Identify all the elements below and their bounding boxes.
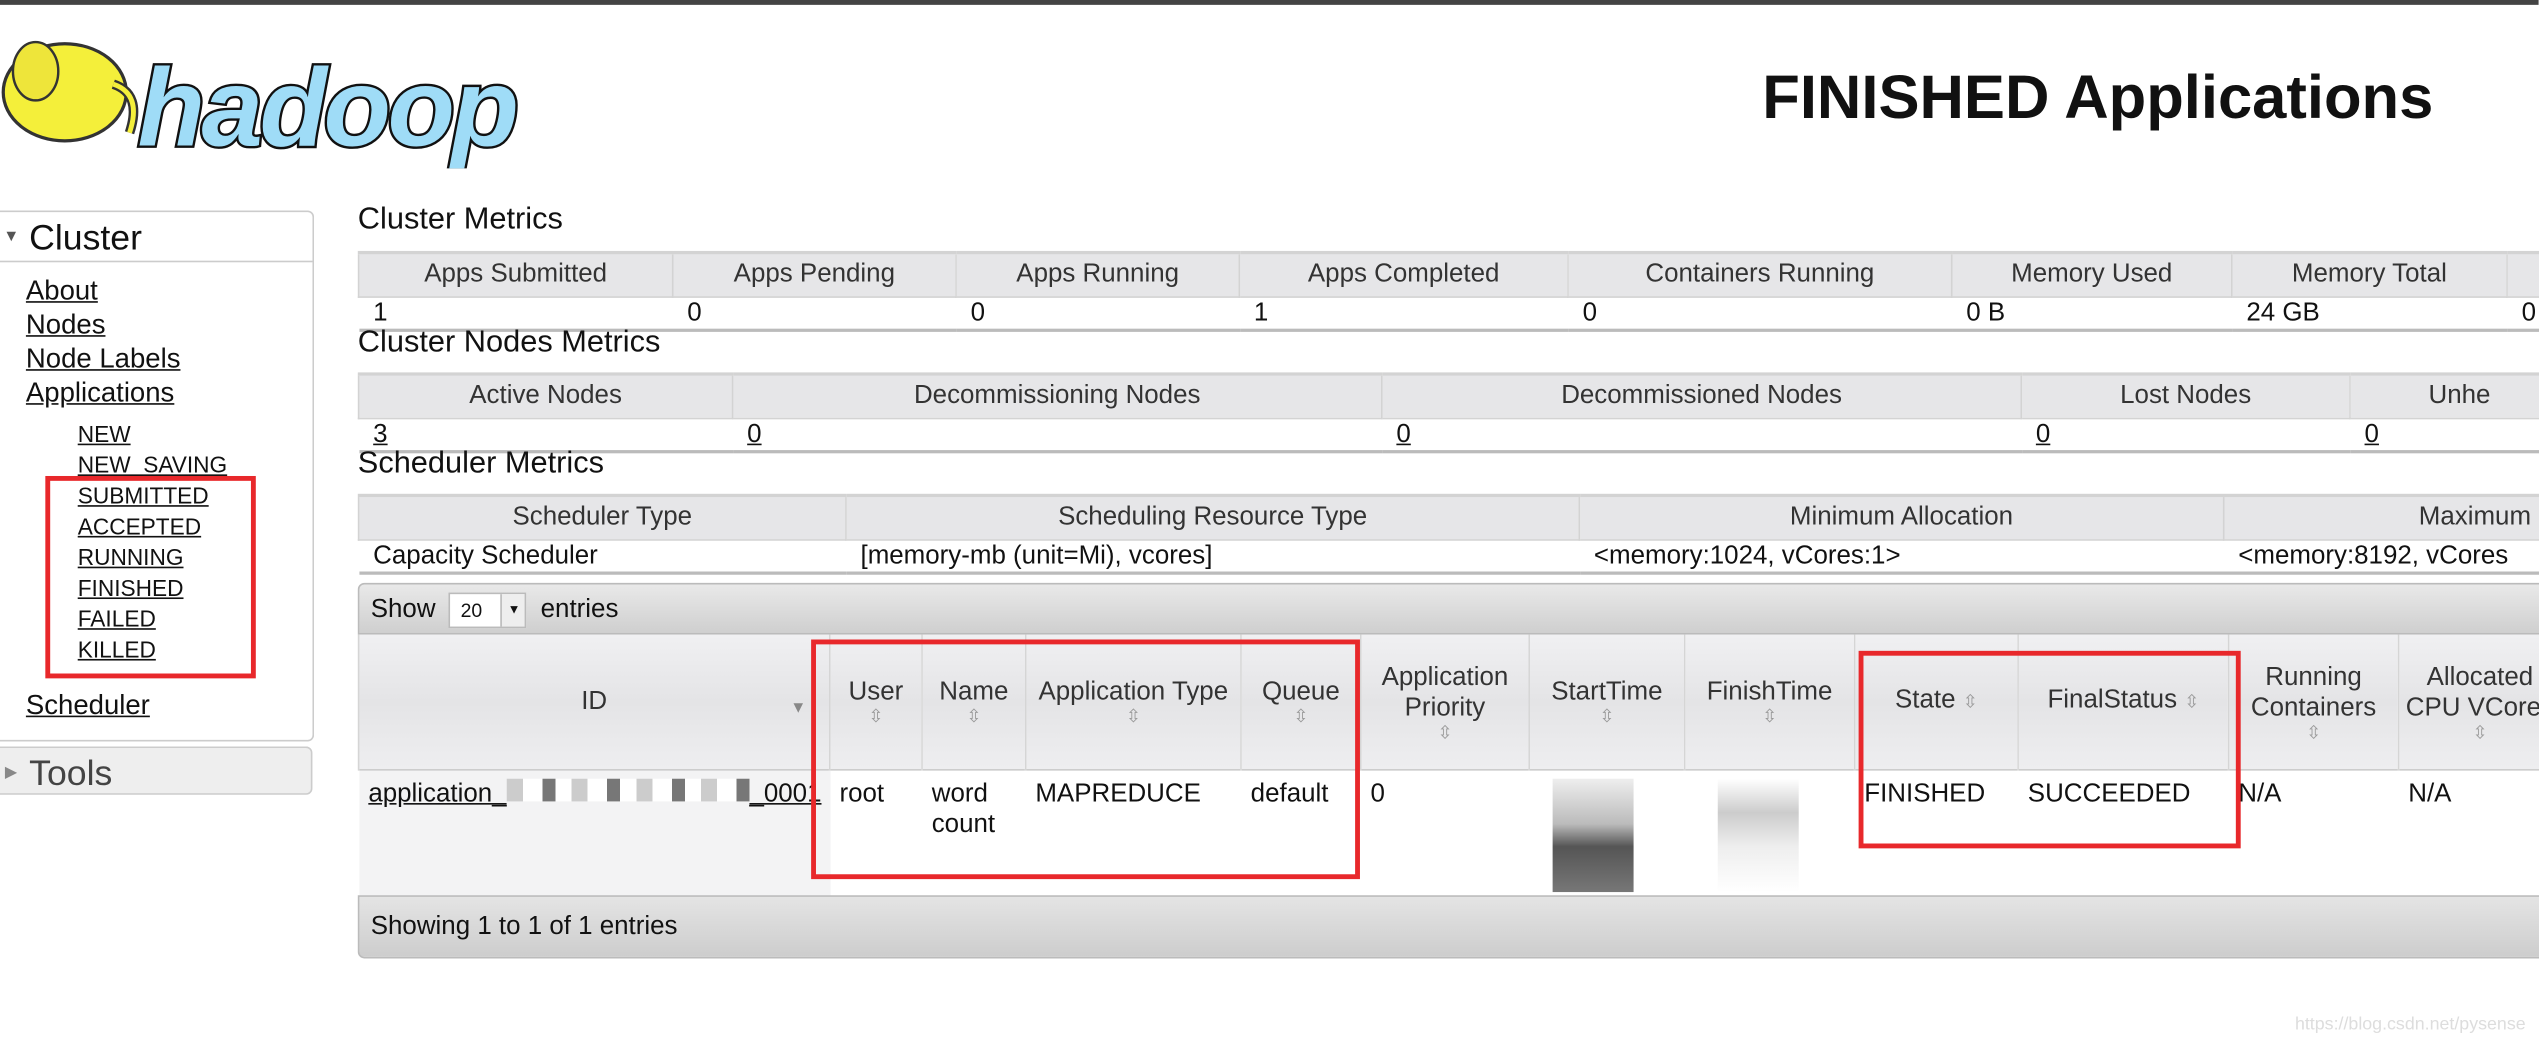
top-border [0,0,2539,5]
sidebar-tools-toggle[interactable]: ▶ Tools [0,746,313,795]
show-label: Show [370,595,436,624]
header-minimum-allocation: Minimum Allocation [1578,493,2225,541]
value-minimum-allocation: <memory:1024, vCores:1> [1593,542,1901,570]
column-header-start-time[interactable]: StartTime ⇳ [1528,634,1685,770]
link-unhealthy-nodes[interactable]: 0 [2365,421,2379,449]
scheduler-metrics-title: Scheduler Metrics [357,446,604,481]
start-time-header-label: StartTime [1551,678,1663,706]
datatable-footer: Showing 1 to 1 of 1 entries [357,895,2539,959]
id-header-label: ID [581,688,608,716]
value-scheduling-resource-type: [memory-mb (unit=Mi), vcores] [860,542,1213,570]
header-scheduling-resource-type: Scheduling Resource Type [845,493,1581,541]
link-decommissioned-nodes[interactable]: 0 [1396,421,1410,449]
sidebar-link-applications[interactable]: Applications [26,376,313,410]
link-active-nodes[interactable]: 3 [373,421,387,449]
value-truncated: 0 [2521,299,2537,328]
cell-running-containers: N/A [2228,769,2399,906]
link-lost-nodes[interactable]: 0 [2036,421,2050,449]
sort-icon: ⇳ [1762,707,1778,727]
header-decommissioned-nodes: Decommissioned Nodes [1381,372,2023,420]
header-truncated [2506,250,2539,298]
priority-header-label: Application Priority [1381,662,1509,722]
sort-icon: ⇳ [1437,722,1453,743]
running-containers-header-label: Running Containers [2250,662,2377,722]
value-memory-total: 24 GB [2246,299,2320,328]
value-apps-pending: 0 [687,299,702,328]
cell-allocated-vcores: N/A [2398,769,2539,906]
cluster-nodes-metrics-title: Cluster Nodes Metrics [357,325,661,360]
sidebar-link-about[interactable]: About [26,274,313,308]
header-apps-submitted: Apps Submitted [357,250,674,298]
column-header-id[interactable]: ID ▼ [357,634,830,770]
cell-start-time-redacted [1529,769,1685,906]
annotation-box-status [1858,650,2241,849]
cluster-label: Cluster [29,216,142,258]
cell-finish-time-redacted [1684,769,1855,906]
header-lost-nodes: Lost Nodes [2020,372,2351,420]
hadoop-logo[interactable]: hadoop [0,19,583,172]
link-decommissioning-nodes[interactable]: 0 [747,421,761,449]
svg-text:hadoop: hadoop [138,47,516,169]
sort-desc-icon: ▼ [790,699,807,718]
column-header-priority[interactable]: Application Priority ⇳ [1359,634,1530,770]
dropdown-arrow-icon: ▼ [501,593,526,627]
watermark: https://blog.csdn.net/pysense [2294,1015,2526,1035]
sort-icon: ⇳ [2472,722,2488,743]
header-memory-total: Memory Total [2230,250,2508,298]
column-header-running-containers[interactable]: Running Containers ⇳ [2227,634,2399,770]
header-decommissioning-nodes: Decommissioning Nodes [731,372,1383,420]
application-id-link[interactable]: application_ _0001 [368,778,821,808]
triangle-right-icon: ▶ [4,764,18,782]
header-apps-completed: Apps Completed [1238,250,1569,298]
sidebar-link-nodes[interactable]: Nodes [26,308,313,342]
value-apps-running: 0 [970,299,986,328]
header-apps-pending: Apps Pending [671,250,957,298]
annotation-box-app-info [811,639,1360,880]
value-apps-completed: 1 [1253,299,1269,328]
value-containers-running: 0 [1582,299,1597,328]
header-scheduler-type: Scheduler Type [357,493,847,541]
triangle-down-icon: ▼ [3,228,20,247]
header-memory-used: Memory Used [1950,250,2233,298]
page-size-value: 20 [460,598,483,622]
sort-icon: ⇳ [1599,707,1615,727]
datatable-toolbar: Show 20 ▼ entries [357,582,2539,635]
value-memory-used: 0 B [1966,299,2006,328]
sidebar-link-node-labels[interactable]: Node Labels [26,342,313,376]
cluster-nodes-metrics-table: Active Nodes Decommissioning Nodes Decom… [357,372,2539,454]
scheduler-metrics-table: Scheduler Type Scheduling Resource Type … [357,493,2539,575]
cluster-metrics-table: Apps Submitted Apps Pending Apps Running… [357,250,2539,332]
redacted-id [506,778,750,802]
entries-label: entries [540,595,619,624]
value-maximum-allocation: <memory:8192, vCores [2238,542,2509,570]
column-header-allocated-vcores[interactable]: Allocated CPU VCores⇳ [2397,634,2539,770]
finish-time-header-label: FinishTime [1706,678,1833,706]
page-title: FINISHED Applications [1762,64,2434,133]
id-prefix: application_ [368,780,507,808]
sort-icon: ⇳ [2306,722,2322,743]
page-size-select[interactable]: 20 ▼ [449,592,527,628]
state-link-new[interactable]: NEW [78,419,313,450]
header-unhealthy-nodes: Unhe [2349,372,2539,420]
annotation-box-states [45,475,256,679]
cluster-toggle[interactable]: ▼ Cluster [0,212,313,263]
cell-priority: 0 [1360,769,1530,906]
vcores-header-label: Allocated CPU VCores [2405,662,2539,722]
value-scheduler-type: Capacity Scheduler [373,542,598,570]
tools-label: Tools [29,752,113,794]
header-containers-running: Containers Running [1567,250,1953,298]
cluster-metrics-title: Cluster Metrics [357,202,563,237]
header-maximum-allocation: Maximum [2222,493,2539,541]
column-header-finish-time[interactable]: FinishTime ⇳ [1683,634,1855,770]
header-active-nodes: Active Nodes [357,372,734,420]
sidebar-link-scheduler[interactable]: Scheduler [26,688,313,722]
header-apps-running: Apps Running [955,250,1241,298]
